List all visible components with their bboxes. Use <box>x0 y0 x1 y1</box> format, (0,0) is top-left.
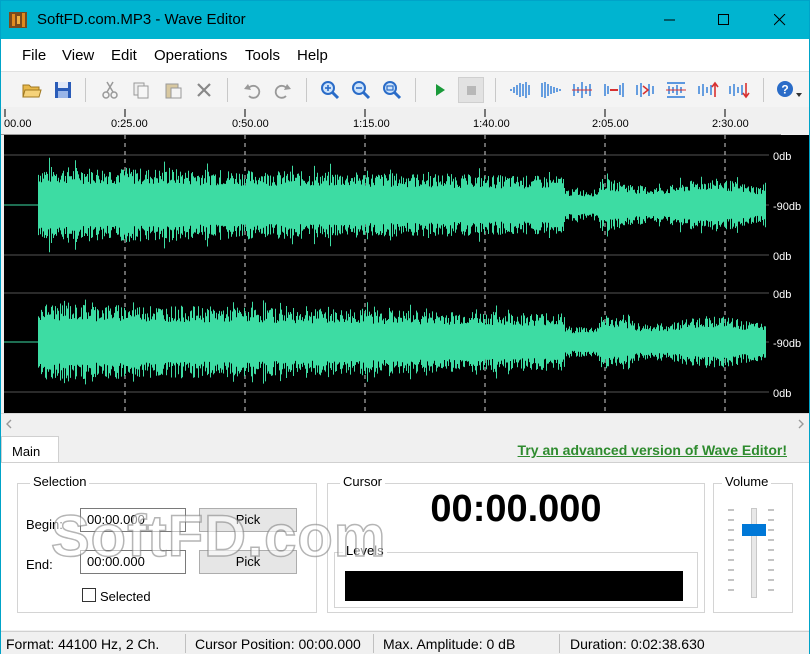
volume-track[interactable] <box>751 508 757 598</box>
redo-icon[interactable] <box>270 77 296 103</box>
selected-label: Selected <box>100 589 151 604</box>
cut-icon[interactable] <box>97 77 123 103</box>
minimize-button[interactable] <box>647 1 693 39</box>
db-label-mid-2: -90db <box>773 338 802 350</box>
levels-group: Levels <box>334 543 698 608</box>
end-time-field[interactable]: 00:00.000 <box>80 550 186 574</box>
toolbar: ? <box>1 71 809 107</box>
reverse-icon[interactable] <box>663 77 689 103</box>
silence-icon[interactable] <box>601 77 627 103</box>
fade-out-icon[interactable] <box>538 77 564 103</box>
db-label-top-1: 0db <box>773 151 792 163</box>
fade-in-icon[interactable] <box>507 77 533 103</box>
cursor-time-display: 00:00.000 <box>430 488 602 530</box>
close-icon <box>774 14 786 26</box>
status-format: Format: 44100 Hz, 2 Ch. <box>6 636 160 652</box>
svg-text:?: ? <box>781 83 788 97</box>
status-max-amplitude: Max. Amplitude: 0 dB <box>383 636 516 652</box>
level-meter <box>345 571 683 601</box>
menu-tools[interactable]: Tools <box>245 47 280 64</box>
save-icon[interactable] <box>50 77 76 103</box>
status-bar: Format: 44100 Hz, 2 Ch. Cursor Position:… <box>1 631 809 654</box>
volume-label: Volume <box>722 474 772 489</box>
paste-icon[interactable] <box>160 77 186 103</box>
advanced-version-link[interactable]: Try an advanced version of Wave Editor! <box>518 442 787 458</box>
zoom-in-icon[interactable] <box>317 77 343 103</box>
maximize-icon <box>718 14 729 25</box>
db-scale: 0db -90db 0db 0db -90db 0db <box>769 135 809 413</box>
normalize-icon[interactable] <box>569 77 595 103</box>
play-icon[interactable] <box>427 77 453 103</box>
delete-icon[interactable] <box>191 77 217 103</box>
pick-end-button[interactable]: Pick <box>199 550 297 574</box>
selected-checkbox[interactable] <box>82 588 96 602</box>
db-label-bottom-2: 0db <box>773 388 792 400</box>
maximize-button[interactable] <box>701 1 747 39</box>
status-duration: Duration: 0:02:38.630 <box>570 636 705 652</box>
main-panel: Selection Begin: 00:00.000 Pick End: 00:… <box>1 462 809 630</box>
amplify-up-icon[interactable] <box>695 77 721 103</box>
scroll-left-icon <box>6 419 12 429</box>
db-label-top-2: 0db <box>773 289 792 301</box>
selection-group: Selection Begin: 00:00.000 Pick End: 00:… <box>17 474 317 613</box>
undo-icon[interactable] <box>239 77 265 103</box>
copy-icon[interactable] <box>128 77 154 103</box>
wave-editor-window: SoftFD.com.MP3 - Wave Editor File View E… <box>0 0 810 654</box>
app-icon <box>9 12 27 28</box>
timeline-ruler[interactable]: 00.00 0:25.00 0:50.00 1:15.00 1:40.00 2:… <box>1 109 781 135</box>
tab-main[interactable]: Main <box>1 436 59 464</box>
volume-slider-thumb[interactable] <box>742 523 766 536</box>
amplify-down-icon[interactable] <box>726 77 752 103</box>
menu-operations[interactable]: Operations <box>154 47 227 64</box>
menu-help[interactable]: Help <box>297 47 328 64</box>
scroll-right-icon <box>798 419 804 429</box>
stop-icon[interactable] <box>458 77 484 103</box>
status-cursor-position: Cursor Position: 00:00.000 <box>195 636 361 652</box>
zoom-fit-icon[interactable] <box>379 77 405 103</box>
window-title: SoftFD.com.MP3 - Wave Editor <box>37 11 246 28</box>
cursor-label: Cursor <box>340 474 386 489</box>
end-label: End: <box>26 557 53 572</box>
waveform-channel-left <box>4 157 766 253</box>
menu-view[interactable]: View <box>62 47 94 64</box>
cursor-group: Cursor 00:00.000 Levels <box>327 474 705 613</box>
waveform-channel-right <box>4 299 766 385</box>
minimize-icon <box>664 19 675 21</box>
help-icon[interactable]: ? <box>773 77 805 103</box>
title-bar: SoftFD.com.MP3 - Wave Editor <box>1 1 809 39</box>
volume-group: Volume <box>713 474 793 613</box>
close-button[interactable] <box>757 1 803 39</box>
zoom-out-icon[interactable] <box>348 77 374 103</box>
waveform-canvas[interactable] <box>4 135 769 413</box>
begin-label: Begin: <box>26 517 63 532</box>
waveform-svg <box>4 135 769 413</box>
volume-ticks-right <box>768 509 774 591</box>
begin-time-field[interactable]: 00:00.000 <box>80 508 186 532</box>
selection-label: Selection <box>30 474 90 489</box>
menu-file[interactable]: File <box>22 47 46 64</box>
pick-begin-button[interactable]: Pick <box>199 508 297 532</box>
horizontal-scrollbar[interactable] <box>1 413 809 433</box>
open-folder-icon[interactable] <box>19 77 45 103</box>
levels-label: Levels <box>343 543 387 558</box>
insert-silence-icon[interactable] <box>632 77 658 103</box>
tab-strip: Main Try an advanced version of Wave Edi… <box>1 434 809 464</box>
menu-bar: File View Edit Operations Tools Help <box>1 39 809 71</box>
menu-edit[interactable]: Edit <box>111 47 137 64</box>
db-label-bottom-1: 0db <box>773 251 792 263</box>
db-label-mid-1: -90db <box>773 201 802 213</box>
volume-ticks <box>728 509 734 591</box>
